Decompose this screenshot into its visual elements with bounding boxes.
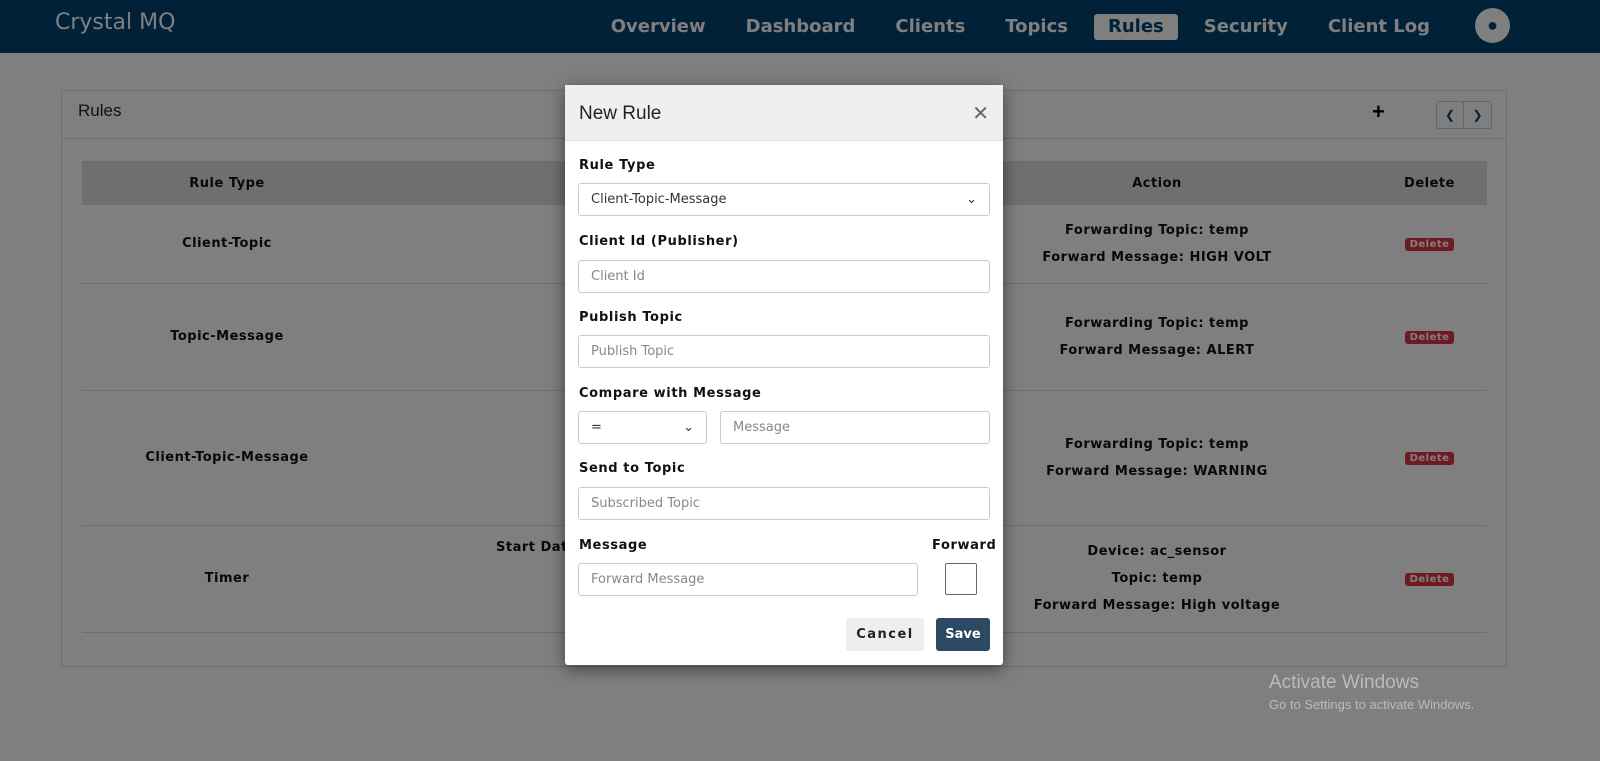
forward-message-input[interactable]: Forward Message: [578, 563, 918, 596]
publish-topic-input[interactable]: Publish Topic: [578, 335, 990, 368]
client-id-input[interactable]: Client Id: [578, 260, 990, 293]
publish-topic-label: Publish Topic: [579, 310, 683, 325]
modal-title: New Rule: [579, 103, 662, 124]
save-button[interactable]: Save: [936, 618, 990, 651]
rule-type-select[interactable]: Client-Topic-Message ⌄: [578, 183, 990, 216]
chevron-down-icon: ⌄: [966, 192, 977, 207]
windows-watermark: Activate Windows: [1269, 672, 1419, 693]
windows-watermark-sub: Go to Settings to activate Windows.: [1269, 697, 1475, 712]
compare-label: Compare with Message: [579, 386, 762, 401]
new-rule-modal: New Rule ✕ Rule Type Client-Topic-Messag…: [565, 85, 1003, 665]
message-input[interactable]: Message: [720, 411, 990, 444]
forward-checkbox[interactable]: [945, 563, 977, 595]
send-topic-label: Send to Topic: [579, 461, 686, 476]
compare-operator-select[interactable]: = ⌄: [578, 411, 707, 444]
send-topic-input[interactable]: Subscribed Topic: [578, 487, 990, 520]
chevron-down-icon: ⌄: [683, 420, 694, 435]
rule-type-label: Rule Type: [579, 158, 656, 173]
close-icon[interactable]: ✕: [972, 101, 989, 126]
rule-type-value: Client-Topic-Message: [591, 192, 727, 207]
message-label: Message: [579, 538, 648, 553]
cancel-button[interactable]: Cancel: [846, 618, 924, 651]
compare-op-value: =: [591, 420, 602, 435]
forward-label: Forward: [932, 538, 997, 553]
client-id-label: Client Id (Publisher): [579, 234, 739, 249]
